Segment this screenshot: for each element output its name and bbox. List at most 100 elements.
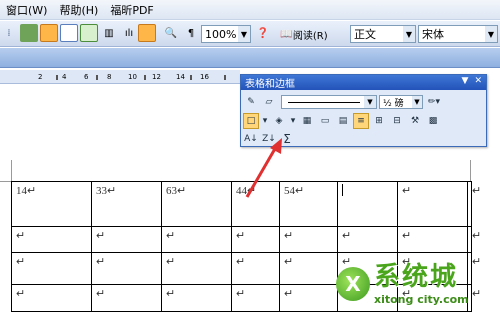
line-weight-select[interactable]: ½ 磅 ▼ [379,95,423,109]
drawing-icon[interactable] [138,24,156,42]
ruler-column-marker[interactable] [96,75,98,80]
line-style-select[interactable]: ▼ [281,95,377,109]
table-cell-cursor[interactable] [337,181,398,227]
toolbar-grip-icon: ⁞ [7,27,11,39]
table-cell[interactable]: 33↵ [91,181,162,227]
chevron-down-icon[interactable]: ▾ [289,113,297,129]
chevron-down-icon[interactable]: ▼ [238,26,250,42]
chevron-down-icon[interactable]: ▼ [485,26,497,42]
ruler-tick: 16 [200,73,209,81]
ruler-column-marker[interactable] [56,75,58,80]
table-cell[interactable]: ↵ [397,226,468,253]
panel-row-3: A↓ Z↓ Σ [243,130,297,148]
crop-mark [11,160,12,182]
table-cell[interactable]: 63↵ [161,181,232,227]
table-cell[interactable]: ↵ [467,181,481,227]
chevron-down-icon[interactable]: ▼ [412,96,422,108]
ruler-column-marker[interactable] [224,75,226,80]
table-cell[interactable]: ↵ [11,226,92,253]
zoom-value: 100% [205,27,237,41]
table-cell[interactable]: ↵ [231,226,280,253]
ruler-tick: 2 [38,73,43,81]
sort-ascending-icon[interactable]: A↓ [243,131,259,147]
tables-borders-panel[interactable]: 表格和边框 ▼ ✕ ✎ ▱ ▼ ½ 磅 ▼ ✏▾ □ ▾ ◈ ▾ ▦ ▭ ▤ ≡… [240,74,487,147]
chart-icon[interactable]: ılı [120,24,138,42]
panel-row-1: ✎ ▱ ▼ ½ 磅 ▼ ✏▾ [243,93,447,111]
panel-options-icon[interactable]: ▼ [462,76,469,86]
table-cell[interactable]: ↵ [231,252,280,285]
ruler-tick: 12 [152,73,161,81]
menu-foxit-pdf[interactable]: 福昕PDF [110,2,153,18]
menu-help[interactable]: 帮助(H) [59,2,98,18]
font-value: 宋体 [422,28,444,41]
draw-table-icon[interactable]: ✎ [243,94,259,110]
distribute-rows-icon[interactable]: ⊞ [371,113,387,129]
style-select[interactable]: 正文 ▼ [350,25,416,43]
show-hide-icon[interactable]: ¶ [182,24,200,42]
border-color-icon[interactable]: ✏▾ [423,94,445,110]
standard-toolbar: ⁞ ▥ ılı 🔍 ¶ 100% ▼ ❓ 📖 阅读(R) 正文 ▼ 宋体 ▼ [0,21,500,47]
autosum-icon[interactable]: Σ [279,131,295,147]
table-cell[interactable]: ↵ [279,284,338,312]
watermark-url: xitong city.com [374,292,469,306]
panel-row-2: □ ▾ ◈ ▾ ▦ ▭ ▤ ≡ ⊞ ⊟ ⚒ ▩ [243,112,443,130]
insert-table-icon[interactable]: ▦ [299,113,315,129]
ruler-column-marker[interactable] [190,75,192,80]
tables-borders-icon[interactable] [40,24,58,42]
font-select[interactable]: 宋体 ▼ [418,25,498,43]
table-cell[interactable]: ↵ [279,226,338,253]
watermark-logo: X [336,267,370,301]
table-cell[interactable]: ↵ [397,181,468,227]
columns-icon[interactable]: ▥ [100,24,118,42]
shading-color-icon[interactable]: ◈ [271,113,287,129]
table-cell[interactable]: 44↵ [231,181,280,227]
chevron-down-icon[interactable]: ▼ [403,26,415,42]
table-cell[interactable]: ↵ [11,252,92,285]
table-cell[interactable]: ↵ [11,284,92,312]
close-icon[interactable]: ✕ [474,76,482,86]
show-gridlines-icon[interactable]: ▩ [425,113,441,129]
split-cells-icon[interactable]: ▤ [335,113,351,129]
table-cell[interactable]: ↵ [279,252,338,285]
sort-descending-icon[interactable]: Z↓ [261,131,277,147]
insert-excel-icon[interactable] [80,24,98,42]
table-cell[interactable]: ↵ [91,252,162,285]
help-icon[interactable]: ❓ [254,24,272,42]
table-cell[interactable]: ↵ [161,284,232,312]
table-cell[interactable]: ↵ [161,252,232,285]
eraser-icon[interactable]: ▱ [261,94,277,110]
watermark-brand: 系统城 [374,261,459,292]
table-cell[interactable]: ↵ [337,226,398,253]
outside-border-icon[interactable]: □ [243,113,259,129]
table-cell[interactable]: 54↵ [279,181,338,227]
ruler-column-marker[interactable] [144,75,146,80]
panel-titlebar[interactable]: 表格和边框 ▼ ✕ [241,75,486,90]
chevron-down-icon[interactable]: ▾ [261,113,269,129]
table-cell[interactable]: ↵ [231,284,280,312]
zoom-select[interactable]: 100% ▼ [201,25,251,43]
crop-mark [0,181,11,182]
read-button[interactable]: 📖 阅读(R) [278,24,330,44]
table-cell[interactable]: 14↵ [11,181,92,227]
text-cursor [342,184,343,196]
insert-table-icon[interactable] [60,24,78,42]
table-autoformat-icon[interactable]: ⚒ [407,113,423,129]
table-cell[interactable]: ↵ [91,284,162,312]
table-cell[interactable]: ↵ [161,226,232,253]
merge-cells-icon[interactable]: ▭ [317,113,333,129]
read-label: 阅读(R) [292,30,328,42]
panel-title: 表格和边框 [245,79,295,90]
document-map-icon[interactable]: 🔍 [162,24,180,42]
align-icon[interactable]: ≡ [353,113,369,129]
ruler-tick: 4 [62,73,67,81]
research-icon[interactable] [20,24,38,42]
table-cell[interactable]: ↵ [467,226,481,253]
horizontal-ruler[interactable]: 2 4 6 8 10 12 14 16 [0,70,240,84]
table-cell[interactable]: ↵ [91,226,162,253]
menu-bar: 窗口(W) 帮助(H) 福昕PDF [0,0,500,20]
distribute-columns-icon[interactable]: ⊟ [389,113,405,129]
menu-window[interactable]: 窗口(W) [6,2,47,18]
table-row: 14↵ 33↵ 63↵ 44↵ 54↵ ↵ ↵ [11,181,481,227]
chevron-down-icon[interactable]: ▼ [364,96,376,108]
watermark: X 系统城 xitong city.com [336,256,486,312]
